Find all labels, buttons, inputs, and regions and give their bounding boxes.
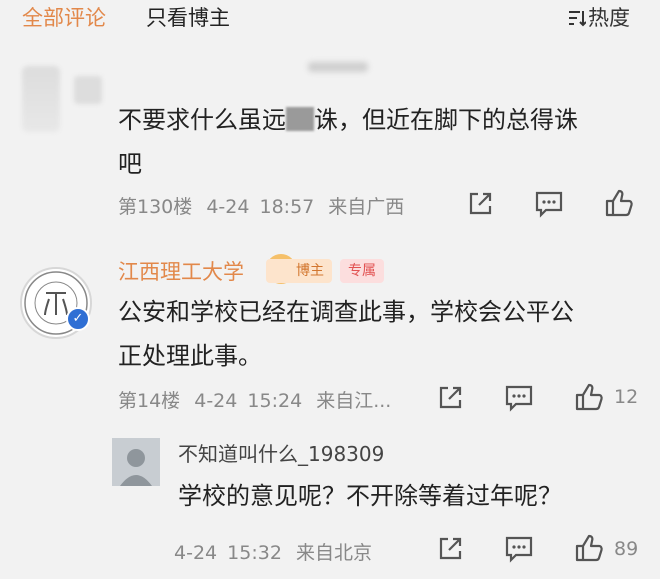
- like-icon[interactable]: [574, 533, 604, 563]
- comment-icon[interactable]: [534, 190, 564, 218]
- masked-text: [286, 107, 314, 131]
- floor-number: 第14楼: [118, 390, 181, 412]
- comment-date: 4-24: [174, 542, 218, 564]
- comment-meta: 第130楼 4-24 18:57 来自广西: [118, 192, 404, 219]
- comment-location: 来自广西: [328, 196, 405, 218]
- sort-button[interactable]: 热度: [568, 2, 630, 32]
- comment-meta: 4-24 15:32 来自北京: [174, 538, 372, 565]
- share-icon[interactable]: [466, 190, 494, 218]
- comment-location: 来自江...: [316, 390, 392, 412]
- like-count: 89: [614, 538, 639, 560]
- tab-author-only[interactable]: 只看博主: [146, 2, 230, 32]
- avatar[interactable]: [112, 438, 160, 486]
- comment-text: 学校的意见呢？不开除等着过年呢？: [178, 482, 562, 510]
- sort-label: 热度: [588, 6, 630, 30]
- comment-tab-bar: 全部评论 只看博主 热度: [0, 0, 660, 34]
- special-badge: 专属: [340, 259, 384, 283]
- comment-icon[interactable]: [504, 384, 534, 412]
- avatar-badge: [74, 76, 102, 104]
- blurred-username: [308, 62, 368, 72]
- comment-text: 不要求什么虽远 诛，但近在脚下的总得诛吧: [118, 106, 578, 178]
- verified-icon: ✓: [66, 307, 90, 331]
- avatar[interactable]: [22, 66, 60, 132]
- comment-date: 4-24: [194, 390, 238, 412]
- author-name[interactable]: 江西理工大学: [118, 256, 244, 286]
- like-icon[interactable]: [604, 188, 634, 218]
- comment-time: 15:32: [227, 542, 282, 564]
- author-badge: 博主: [266, 259, 332, 283]
- comment-text: 公安和学校已经在调查此事，学校会公平公 正处理此事。: [118, 298, 574, 370]
- comment-location: 来自北京: [295, 542, 372, 564]
- like-count: 12: [614, 386, 639, 408]
- sort-icon: [569, 11, 586, 27]
- avatar-image: [112, 438, 160, 486]
- comment-time: 15:24: [247, 390, 303, 412]
- like-icon[interactable]: [574, 382, 604, 412]
- share-icon[interactable]: [436, 384, 464, 412]
- comment-meta: 第14楼 4-24 15:24 来自江...: [118, 386, 391, 413]
- comment-time: 18:57: [259, 196, 315, 218]
- comment-date: 4-24: [206, 196, 250, 218]
- share-icon[interactable]: [436, 535, 464, 563]
- tab-all-comments[interactable]: 全部评论: [22, 2, 106, 32]
- comment-icon[interactable]: [504, 535, 534, 563]
- author-name[interactable]: 不知道叫什么_198309: [178, 438, 384, 467]
- floor-number: 第130楼: [118, 196, 193, 218]
